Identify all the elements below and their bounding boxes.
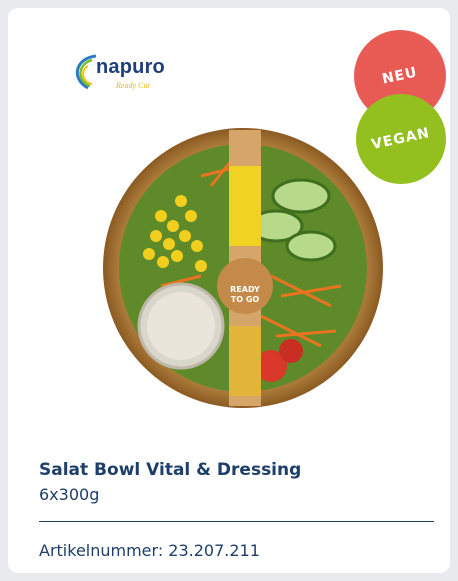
divider bbox=[39, 521, 434, 522]
product-card[interactable]: napuro Ready Cut NEU VEGAN READY TO GO S… bbox=[8, 8, 450, 573]
pack-size: 6x300g bbox=[39, 485, 100, 504]
product-image: READY TO GO bbox=[103, 128, 383, 408]
product-title[interactable]: Salat Bowl Vital & Dressing bbox=[39, 460, 301, 480]
label-to-go: TO GO bbox=[231, 295, 260, 304]
label-ready: READY bbox=[230, 285, 260, 294]
new-badge-label: NEU bbox=[380, 64, 420, 88]
article-number: Artikelnummer: 23.207.211 bbox=[39, 541, 260, 560]
brand-name: napuro bbox=[96, 56, 165, 78]
brand-logo: napuro Ready Cut bbox=[66, 48, 186, 94]
brand-tagline: Ready Cut bbox=[116, 81, 150, 90]
